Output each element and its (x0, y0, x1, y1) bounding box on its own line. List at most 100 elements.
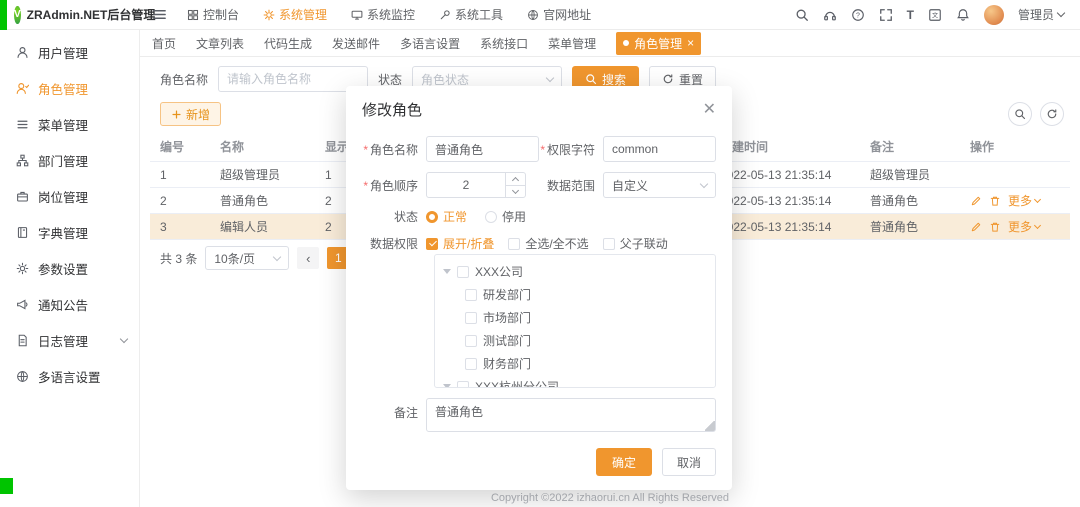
sidebar-item-parameters[interactable]: 参数设置 (0, 250, 139, 286)
tree-node-company[interactable]: XXX公司 (443, 260, 707, 283)
language-icon (16, 370, 29, 383)
refresh-icon (1046, 108, 1058, 120)
sidebar-item-logs[interactable]: 日志管理 (0, 322, 139, 358)
tab-send-email[interactable]: 发送邮件 (332, 35, 380, 52)
checkbox-icon[interactable] (465, 358, 477, 370)
tree-node-branch-company[interactable]: XXX杭州分公司 (443, 375, 707, 388)
briefcase-icon (16, 190, 29, 203)
refresh-icon (662, 73, 674, 85)
nav-official-site[interactable]: 官网地址 (527, 6, 591, 23)
status-radio-normal[interactable]: 正常 (426, 208, 467, 225)
checkbox-icon[interactable] (465, 312, 477, 324)
checkbox-icon[interactable] (465, 335, 477, 347)
sidebar-item-users[interactable]: 用户管理 (0, 34, 139, 70)
edit-icon[interactable] (970, 221, 982, 233)
gear-icon (263, 9, 275, 21)
tree-node-dept[interactable]: 市场部门 (443, 306, 707, 329)
delete-icon[interactable] (989, 221, 1001, 233)
checkbox-icon[interactable] (457, 266, 469, 278)
add-role-button[interactable]: 新增 (160, 102, 221, 126)
select-all-checkbox[interactable]: 全选/全不选 (508, 235, 588, 252)
edit-icon[interactable] (970, 195, 982, 207)
tree-node-dept[interactable]: 研发部门 (443, 283, 707, 306)
prev-page-button[interactable]: ‹ (297, 247, 319, 269)
more-actions-dropdown[interactable]: 更多 (1008, 192, 1040, 209)
tab-menu-management[interactable]: 菜单管理 (548, 35, 596, 52)
fullscreen-icon[interactable] (879, 8, 893, 22)
help-icon[interactable]: ? (851, 8, 865, 22)
status-label: 状态 (378, 71, 402, 88)
svg-text:?: ? (856, 12, 860, 19)
checkbox-icon[interactable] (465, 289, 477, 301)
translate-icon[interactable]: 文 (928, 8, 942, 22)
search-icon (1014, 108, 1026, 120)
sidebar-item-departments[interactable]: 部门管理 (0, 142, 139, 178)
dialog-body: 角色名称 权限字符 角色顺序 2 数据范围 (346, 128, 732, 432)
user-menu[interactable]: 管理员 (1018, 6, 1064, 23)
status-radio-disabled[interactable]: 停用 (485, 208, 526, 225)
parent-child-link-checkbox[interactable]: 父子联动 (603, 235, 668, 252)
page-size-select[interactable]: 10条/页 (205, 246, 289, 270)
font-size-icon[interactable]: T (907, 8, 914, 22)
checkbox-checked-icon (426, 238, 438, 250)
close-tab-icon[interactable]: × (687, 37, 694, 49)
show-search-toggle-button[interactable] (1008, 102, 1032, 126)
sidebar-item-roles[interactable]: 角色管理 (0, 70, 139, 106)
table-action-icons (1008, 102, 1064, 126)
hamburger-menu-icon[interactable] (152, 7, 167, 22)
tree-expand-icon[interactable] (443, 269, 451, 274)
cancel-button[interactable]: 取消 (662, 448, 716, 476)
pagination-total: 共 3 条 (160, 250, 197, 267)
sidebar-item-notices[interactable]: 通知公告 (0, 286, 139, 322)
confirm-button[interactable]: 确定 (596, 448, 652, 476)
sidebar-item-i18n[interactable]: 多语言设置 (0, 358, 139, 394)
sidebar-item-positions[interactable]: 岗位管理 (0, 178, 139, 214)
tree-node-dept[interactable]: 测试部门 (443, 329, 707, 352)
permission-char-field[interactable] (603, 136, 716, 162)
checkbox-icon (508, 238, 520, 250)
tab-article-list[interactable]: 文章列表 (196, 35, 244, 52)
stepper-up-button[interactable] (506, 173, 525, 185)
data-scope-label: 数据范围 (539, 177, 603, 194)
stepper-down-button[interactable] (506, 185, 525, 198)
tree-node-dept[interactable]: 财务部门 (443, 352, 707, 375)
refresh-table-button[interactable] (1040, 102, 1064, 126)
expand-collapse-checkbox[interactable]: 展开/折叠 (426, 235, 494, 252)
tab-i18n-settings[interactable]: 多语言设置 (400, 35, 460, 52)
settings-icon (16, 262, 29, 275)
close-icon[interactable]: ✕ (703, 102, 716, 118)
chevron-down-icon (1034, 221, 1041, 228)
checkbox-icon[interactable] (457, 381, 469, 389)
nav-system-monitor[interactable]: 系统监控 (351, 6, 415, 23)
role-name-label: 角色名称 (160, 71, 208, 88)
data-scope-select[interactable]: 自定义 (603, 172, 716, 198)
search-icon[interactable] (795, 8, 809, 22)
remark-textarea[interactable]: 普通角色 (426, 398, 716, 432)
sidebar-item-menus[interactable]: 菜单管理 (0, 106, 139, 142)
tab-code-generation[interactable]: 代码生成 (264, 35, 312, 52)
capture-artifact-top (0, 0, 7, 30)
nav-system-tools[interactable]: 系统工具 (439, 6, 503, 23)
role-icon (16, 82, 29, 95)
monitor-icon (351, 9, 363, 21)
user-avatar[interactable] (984, 5, 1004, 25)
tab-role-management[interactable]: 角色管理 × (616, 32, 701, 55)
nav-console[interactable]: 控制台 (187, 6, 239, 23)
notification-bell-icon[interactable] (956, 8, 970, 22)
delete-icon[interactable] (989, 195, 1001, 207)
tab-home[interactable]: 首页 (152, 35, 176, 52)
more-actions-dropdown[interactable]: 更多 (1008, 218, 1040, 235)
col-remark: 备注 (860, 138, 960, 155)
app-title: ZRAdmin.NET后台管理 (27, 6, 156, 23)
checkbox-icon (603, 238, 615, 250)
org-tree-icon (16, 154, 29, 167)
megaphone-icon (16, 298, 29, 311)
sidebar-item-dictionaries[interactable]: 字典管理 (0, 214, 139, 250)
nav-system-management[interactable]: 系统管理 (263, 6, 327, 23)
headset-icon[interactable] (823, 8, 837, 22)
tab-system-api[interactable]: 系统接口 (480, 35, 528, 52)
app-logo[interactable]: V ZRAdmin.NET后台管理 (0, 6, 140, 24)
role-name-field[interactable] (426, 136, 539, 162)
tree-expand-icon[interactable] (443, 384, 451, 388)
role-order-stepper[interactable]: 2 (426, 172, 526, 198)
